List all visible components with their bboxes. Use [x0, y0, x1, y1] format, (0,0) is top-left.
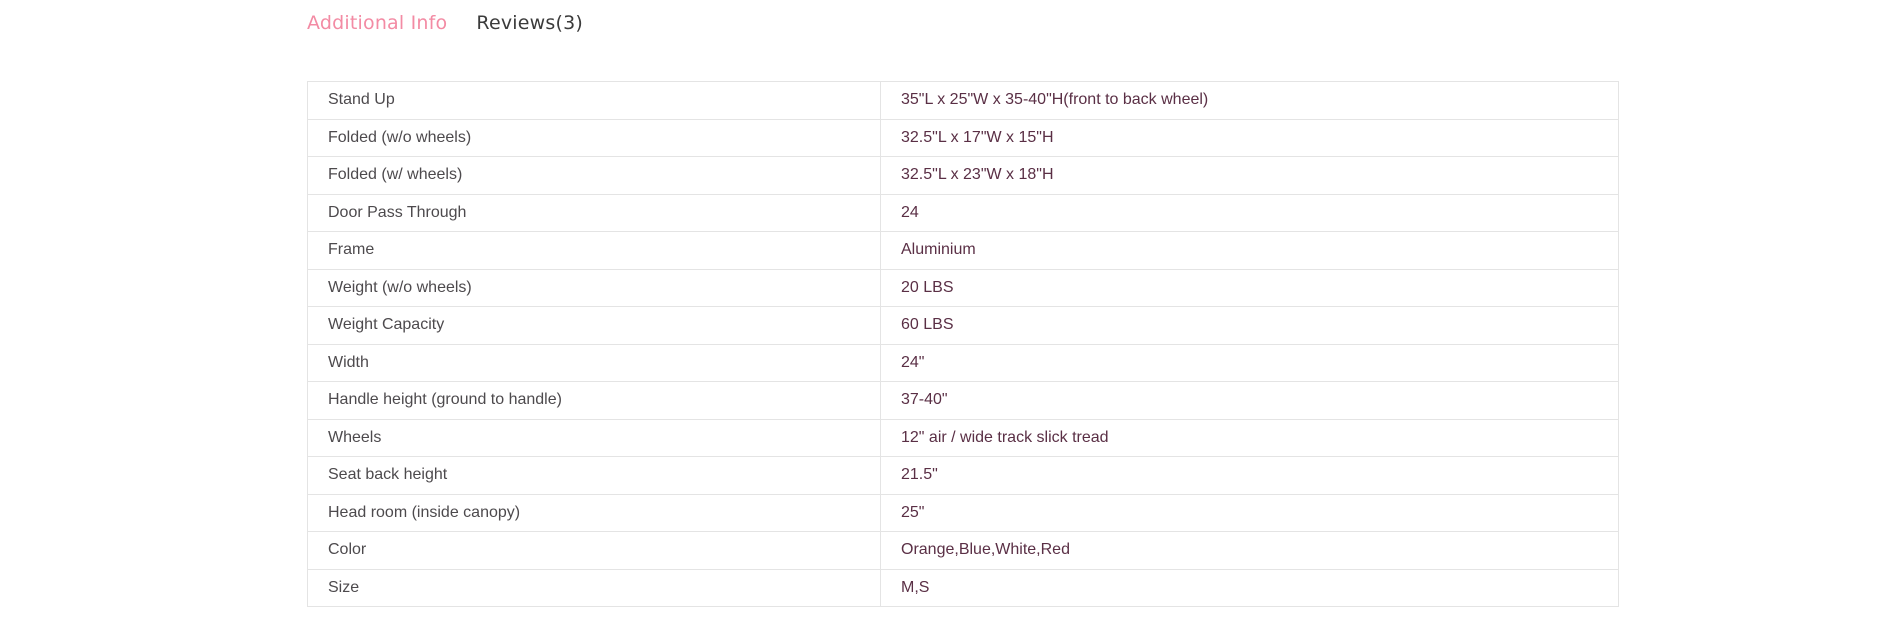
table-row: Size M,S: [307, 568, 1619, 607]
table-row: Frame Aluminium: [307, 231, 1619, 270]
spec-label: Weight (w/o wheels): [307, 268, 881, 307]
spec-value: 24: [880, 193, 1619, 232]
table-row: Weight Capacity 60 LBS: [307, 306, 1619, 345]
spec-label: Width: [307, 343, 881, 382]
spec-value: 12" air / wide track slick tread: [880, 418, 1619, 457]
spec-value: 32.5"L x 17"W x 15"H: [880, 118, 1619, 157]
spec-value: 25": [880, 493, 1619, 532]
spec-value: Aluminium: [880, 231, 1619, 270]
table-row: Folded (w/ wheels) 32.5"L x 23"W x 18"H: [307, 156, 1619, 195]
spec-label: Seat back height: [307, 456, 881, 495]
spec-value: 20 LBS: [880, 268, 1619, 307]
spec-label: Weight Capacity: [307, 306, 881, 345]
table-row: Stand Up 35"L x 25"W x 35-40"H(front to …: [307, 81, 1619, 120]
spec-value: 21.5": [880, 456, 1619, 495]
spec-label: Wheels: [307, 418, 881, 457]
tab-additional-info[interactable]: Additional Info: [307, 12, 447, 34]
spec-label: Stand Up: [307, 81, 881, 120]
table-row: Folded (w/o wheels) 32.5"L x 17"W x 15"H: [307, 118, 1619, 157]
table-row: Width 24": [307, 343, 1619, 382]
spec-label: Handle height (ground to handle): [307, 381, 881, 420]
spec-label: Size: [307, 568, 881, 607]
spec-label: Door Pass Through: [307, 193, 881, 232]
table-row: Wheels 12" air / wide track slick tread: [307, 418, 1619, 457]
spec-value: 60 LBS: [880, 306, 1619, 345]
product-tabs: Additional Info Reviews(3): [307, 6, 612, 40]
table-row: Color Orange,Blue,White,Red: [307, 531, 1619, 570]
table-row: Door Pass Through 24: [307, 193, 1619, 232]
spec-label: Folded (w/ wheels): [307, 156, 881, 195]
tab-reviews[interactable]: Reviews(3): [476, 12, 583, 34]
table-row: Seat back height 21.5": [307, 456, 1619, 495]
spec-value: M,S: [880, 568, 1619, 607]
additional-info-table: Stand Up 35"L x 25"W x 35-40"H(front to …: [307, 81, 1619, 607]
spec-value: 24": [880, 343, 1619, 382]
spec-label: Frame: [307, 231, 881, 270]
spec-value: 37-40": [880, 381, 1619, 420]
spec-value: 35"L x 25"W x 35-40"H(front to back whee…: [880, 81, 1619, 120]
spec-label: Head room (inside canopy): [307, 493, 881, 532]
table-row: Head room (inside canopy) 25": [307, 493, 1619, 532]
table-row: Handle height (ground to handle) 37-40": [307, 381, 1619, 420]
spec-value: 32.5"L x 23"W x 18"H: [880, 156, 1619, 195]
table-row: Weight (w/o wheels) 20 LBS: [307, 268, 1619, 307]
spec-label: Color: [307, 531, 881, 570]
spec-label: Folded (w/o wheels): [307, 118, 881, 157]
spec-value: Orange,Blue,White,Red: [880, 531, 1619, 570]
